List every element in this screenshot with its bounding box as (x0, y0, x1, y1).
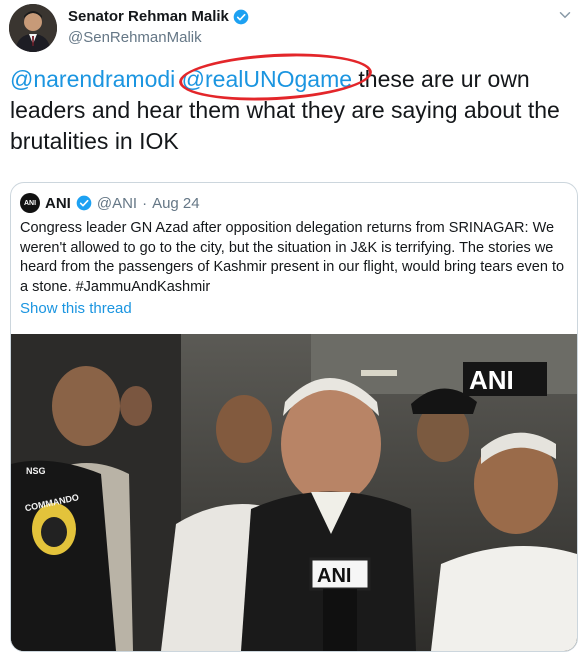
verified-badge-icon (233, 9, 249, 24)
author-handle[interactable]: @SenRehmanMalik (68, 29, 202, 46)
quoted-header: ANI ANI @ANI · Aug 24 (20, 193, 200, 213)
quoted-date[interactable]: Aug 24 (152, 195, 200, 212)
quoted-text: Congress leader GN Azad after opposition… (20, 220, 565, 295)
show-thread-link[interactable]: Show this thread (20, 300, 132, 317)
avatar-portrait-icon (9, 4, 57, 52)
author-name-text: Senator Rehman Malik (68, 8, 229, 25)
badge-top-text: NSG (26, 466, 46, 476)
ani-watermark: ANI (469, 365, 514, 395)
press-photo: NSG COMMANDO ANI ANI (11, 334, 577, 651)
quoted-author-name[interactable]: ANI (45, 195, 71, 212)
verified-badge-icon (76, 195, 92, 211)
author-avatar[interactable] (9, 4, 57, 52)
quoted-handle[interactable]: @ANI (97, 195, 137, 212)
separator-dot: · (142, 194, 148, 212)
mic-label: ANI (317, 565, 351, 587)
author-name[interactable]: Senator Rehman Malik (68, 8, 249, 25)
quoted-tweet[interactable]: ANI ANI @ANI · Aug 24 Congress leader GN… (10, 182, 578, 652)
mention-link[interactable]: @narendramodi (10, 66, 175, 92)
ani-logo-icon: ANI (20, 193, 40, 213)
chevron-down-icon[interactable] (556, 6, 574, 24)
quoted-photo[interactable]: NSG COMMANDO ANI ANI (11, 334, 577, 651)
